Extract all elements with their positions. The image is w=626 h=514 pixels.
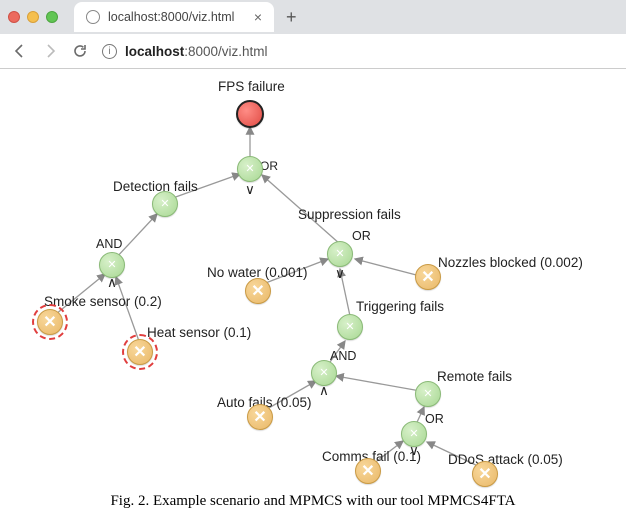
gate-remote-label: Remote fails bbox=[437, 369, 512, 384]
leaf-heat-node[interactable]: ✕ bbox=[127, 339, 153, 365]
maximize-window-button[interactable] bbox=[46, 11, 58, 23]
gate-sup-label: Suppression fails bbox=[298, 207, 401, 222]
site-info-icon[interactable]: i bbox=[102, 44, 117, 59]
leaf-smoke-label: Smoke sensor (0.2) bbox=[44, 294, 162, 309]
gate-sup-sym: ∨ bbox=[335, 266, 345, 282]
leaf-nowater-node[interactable]: ✕ bbox=[245, 278, 271, 304]
root-node[interactable] bbox=[236, 100, 264, 128]
forward-button[interactable] bbox=[42, 43, 58, 59]
tab-title: localhost:8000/viz.html bbox=[108, 10, 234, 24]
leaf-comms-node[interactable]: ✕ bbox=[355, 458, 381, 484]
tree-edges bbox=[0, 69, 626, 485]
back-button[interactable] bbox=[12, 43, 28, 59]
browser-chrome: localhost:8000/viz.html × + i localhost:… bbox=[0, 0, 626, 69]
leaf-auto-node[interactable]: ✕ bbox=[247, 404, 273, 430]
gate-trig-label: Triggering fails bbox=[356, 299, 444, 314]
globe-icon bbox=[86, 10, 100, 24]
leaf-ddos-node[interactable]: ✕ bbox=[472, 461, 498, 487]
close-tab-button[interactable]: × bbox=[254, 9, 262, 25]
new-tab-button[interactable]: + bbox=[280, 7, 303, 28]
gate-sup-op: OR bbox=[352, 229, 371, 243]
tab-strip: localhost:8000/viz.html × + bbox=[0, 0, 626, 34]
reload-button[interactable] bbox=[72, 43, 88, 59]
toolbar: i localhost:8000/viz.html bbox=[0, 34, 626, 68]
leaf-smoke-node[interactable]: ✕ bbox=[37, 309, 63, 335]
window-controls bbox=[8, 11, 58, 23]
gate-det-and-node[interactable]: ✕ bbox=[99, 252, 125, 278]
gate-trig-and-node[interactable]: ✕ bbox=[311, 360, 337, 386]
minimize-window-button[interactable] bbox=[27, 11, 39, 23]
page-content: FPS failure ∨ OR ✕ Detection fails ✕ AND… bbox=[0, 69, 626, 485]
gate-remote-op: OR bbox=[425, 412, 444, 426]
leaf-ddos-label: DDoS attack (0.05) bbox=[448, 452, 563, 467]
gate-remote-or-node[interactable]: ✕ bbox=[401, 421, 427, 447]
gate-det-node[interactable]: ✕ bbox=[152, 191, 178, 217]
figure-caption: Fig. 2. Example scenario and MPMCS with … bbox=[0, 493, 626, 510]
gate-remote-node[interactable]: ✕ bbox=[415, 381, 441, 407]
gate-det-op: AND bbox=[96, 237, 122, 251]
leaf-nozzle-label: Nozzles blocked (0.002) bbox=[438, 255, 583, 270]
address-bar[interactable]: i localhost:8000/viz.html bbox=[102, 44, 268, 59]
close-window-button[interactable] bbox=[8, 11, 20, 23]
leaf-nozzle-node[interactable]: ✕ bbox=[415, 264, 441, 290]
url-text: localhost:8000/viz.html bbox=[125, 44, 268, 59]
root-label: FPS failure bbox=[218, 79, 285, 94]
gate-sup-node[interactable]: ✕ bbox=[327, 241, 353, 267]
leaf-heat-label: Heat sensor (0.1) bbox=[147, 325, 251, 340]
gate-trig-node[interactable]: ✕ bbox=[337, 314, 363, 340]
browser-tab-active[interactable]: localhost:8000/viz.html × bbox=[74, 2, 274, 32]
gate-main-node[interactable]: ✕ bbox=[237, 156, 263, 182]
gate-main-sym: ∨ bbox=[245, 182, 255, 198]
